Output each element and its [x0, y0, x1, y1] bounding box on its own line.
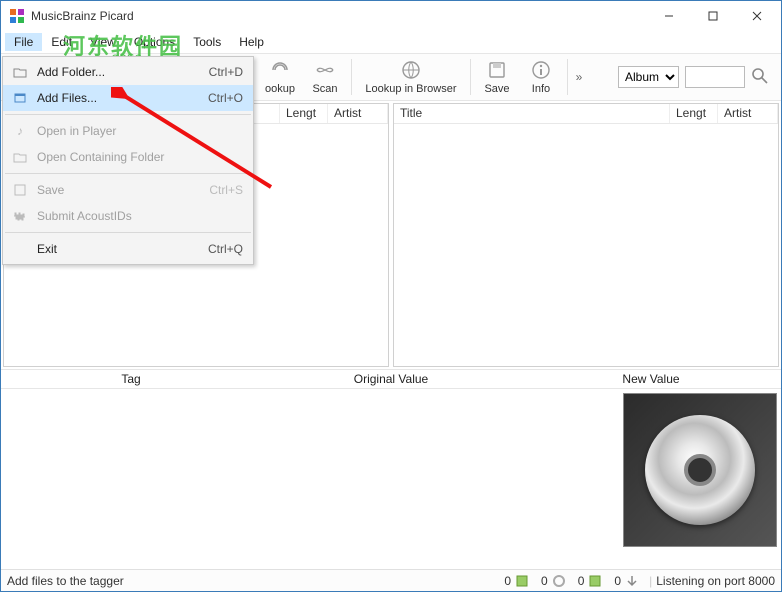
menu-help[interactable]: Help — [230, 33, 273, 51]
right-pane-headers: Title Lengt Artist — [394, 104, 778, 124]
menu-open-containing: Open Containing Folder — [3, 144, 253, 170]
right-col-title[interactable]: Title — [394, 104, 670, 123]
menu-tools[interactable]: Tools — [184, 33, 230, 51]
search-type-select[interactable]: Album — [618, 66, 679, 88]
check-badge-icon — [588, 574, 602, 588]
menu-submit-acoustids: Submit AcoustIDs — [3, 203, 253, 229]
file-dropdown: Add Folder... Ctrl+D Add Files... Ctrl+O… — [2, 56, 254, 265]
status-count-errors: 0 — [614, 574, 639, 588]
status-count-files: 0 — [504, 574, 529, 588]
status-count-pending: 0 — [541, 574, 566, 588]
folder-icon — [9, 150, 31, 164]
toolbar-info[interactable]: Info — [519, 57, 563, 97]
menu-edit[interactable]: Edit — [42, 33, 81, 51]
status-listening: Listening on port 8000 — [656, 574, 775, 588]
toolbar-separator — [351, 59, 352, 95]
search-input[interactable] — [685, 66, 745, 88]
file-plus-icon — [9, 91, 31, 105]
down-badge-icon — [625, 574, 639, 588]
disc-icon — [645, 415, 755, 525]
titlebar: MusicBrainz Picard — [1, 1, 781, 31]
app-icon — [9, 8, 25, 24]
tag-col-tag[interactable]: Tag — [1, 370, 261, 388]
menu-add-files[interactable]: Add Files... Ctrl+O — [3, 85, 253, 111]
right-col-artist[interactable]: Artist — [718, 104, 778, 123]
toolbar-separator — [567, 59, 568, 95]
save-icon — [486, 59, 508, 81]
close-button[interactable] — [735, 2, 779, 30]
toolbar-lookup-browser[interactable]: Lookup in Browser — [356, 57, 466, 97]
left-col-artist[interactable]: Artist — [328, 104, 388, 123]
menu-open-player: ♪ Open in Player — [3, 118, 253, 144]
app-title: MusicBrainz Picard — [31, 9, 647, 23]
folder-plus-icon — [9, 65, 31, 79]
toolbar-save[interactable]: Save — [475, 57, 519, 97]
globe-icon — [400, 59, 422, 81]
info-icon — [530, 59, 552, 81]
file-badge-icon — [515, 574, 529, 588]
tag-col-new[interactable]: New Value — [521, 370, 781, 388]
right-pane[interactable]: Title Lengt Artist — [393, 103, 779, 367]
status-count-matched: 0 — [578, 574, 603, 588]
menu-add-folder[interactable]: Add Folder... Ctrl+D — [3, 59, 253, 85]
tag-table[interactable] — [3, 391, 617, 551]
toolbar-scan[interactable]: Scan — [303, 57, 347, 97]
search-icon[interactable] — [751, 67, 771, 87]
menu-options[interactable]: Options — [125, 33, 184, 51]
statusbar: Add files to the tagger 0 0 0 0 | Listen… — [1, 569, 781, 591]
minimize-button[interactable] — [647, 2, 691, 30]
lookup-icon — [269, 59, 291, 81]
tag-col-original[interactable]: Original Value — [261, 370, 521, 388]
toolbar-lookup[interactable]: ookup — [257, 57, 303, 97]
waveform-icon — [9, 209, 31, 223]
left-col-length[interactable]: Lengt — [280, 104, 328, 123]
music-note-icon: ♪ — [9, 124, 31, 138]
menubar: File Edit View Options Tools Help — [1, 31, 781, 53]
app-window: MusicBrainz Picard 河东软件园 www.pc0359.cn F… — [0, 0, 782, 592]
scan-icon — [314, 59, 336, 81]
status-message: Add files to the tagger — [7, 574, 498, 588]
disc-badge-icon — [552, 574, 566, 588]
menu-exit[interactable]: Exit Ctrl+Q — [3, 236, 253, 262]
toolbar-separator — [470, 59, 471, 95]
toolbar-overflow[interactable]: » — [572, 70, 586, 84]
menu-save: Save Ctrl+S — [3, 177, 253, 203]
menu-file[interactable]: File — [5, 33, 42, 51]
tag-panel-headers: Tag Original Value New Value — [1, 369, 781, 389]
save-icon — [9, 183, 31, 197]
cover-art[interactable] — [623, 393, 777, 547]
menu-view[interactable]: View — [81, 33, 125, 51]
right-pane-body[interactable] — [394, 124, 778, 366]
maximize-button[interactable] — [691, 2, 735, 30]
right-col-length[interactable]: Lengt — [670, 104, 718, 123]
lower-panel — [1, 389, 781, 553]
